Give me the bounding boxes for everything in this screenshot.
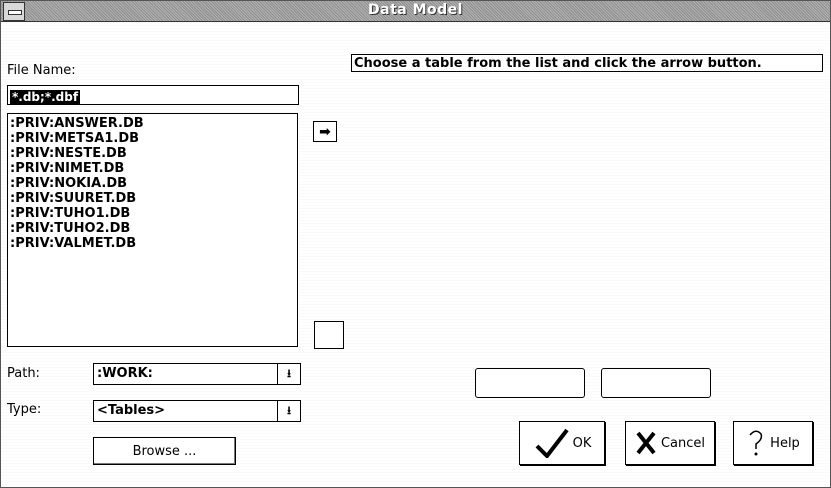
table-list-item[interactable]: :PRIV:TUHO1.DB [10,206,297,221]
empty-button-2[interactable] [601,368,711,398]
secondary-arrow-button[interactable] [314,321,344,349]
checkmark-icon [535,428,569,458]
table-list[interactable]: :PRIV:ANSWER.DB:PRIV:METSA1.DB:PRIV:NEST… [7,113,298,347]
type-select[interactable]: <Tables> ⭳ [93,400,301,422]
x-mark-icon [636,431,656,455]
file-name-input[interactable]: *.db;*.dbf [7,85,299,105]
file-name-value: *.db;*.dbf [10,90,81,104]
title-bar: Data Model [1,1,830,22]
table-list-item[interactable]: :PRIV:NESTE.DB [10,146,297,161]
cancel-button[interactable]: Cancel [625,421,715,465]
type-value: <Tables> [97,403,166,418]
empty-button-1[interactable] [475,368,585,398]
table-list-item[interactable]: :PRIV:ANSWER.DB [10,116,297,131]
table-list-item[interactable]: :PRIV:SUURET.DB [10,191,297,206]
table-list-item[interactable]: :PRIV:NIMET.DB [10,161,297,176]
dropdown-arrow-icon[interactable]: ⭳ [277,401,300,421]
browse-label: Browse ... [132,443,197,459]
instruction-text: Choose a table from the list and click t… [351,54,823,72]
ok-label: OK [572,435,592,451]
help-button[interactable]: Help [733,421,813,465]
table-list-item[interactable]: :PRIV:METSA1.DB [10,131,297,146]
window-title: Data Model [368,2,463,18]
arrow-right-icon: ➡ [319,123,331,140]
help-label: Help [770,435,800,451]
type-label: Type: [7,402,42,417]
path-select[interactable]: :WORK: ⭳ [93,363,301,385]
table-list-item[interactable]: :PRIV:TUHO2.DB [10,221,297,236]
browse-button[interactable]: Browse ... [93,437,236,465]
data-model-dialog: Data Model File Name: *.db;*.dbf Choose … [0,0,831,488]
table-list-item[interactable]: :PRIV:VALMET.DB [10,236,297,251]
path-value: :WORK: [97,366,153,381]
file-name-label: File Name: [7,63,76,78]
table-list-item[interactable]: :PRIV:NOKIA.DB [10,176,297,191]
cancel-label: Cancel [660,435,706,451]
question-mark-icon [749,430,763,456]
file-name-label-text: File Name: [7,63,76,78]
add-table-arrow-button[interactable]: ➡ [313,121,337,142]
ok-button[interactable]: OK [519,421,605,465]
path-label: Path: [7,366,40,381]
dropdown-arrow-icon[interactable]: ⭳ [277,364,300,384]
